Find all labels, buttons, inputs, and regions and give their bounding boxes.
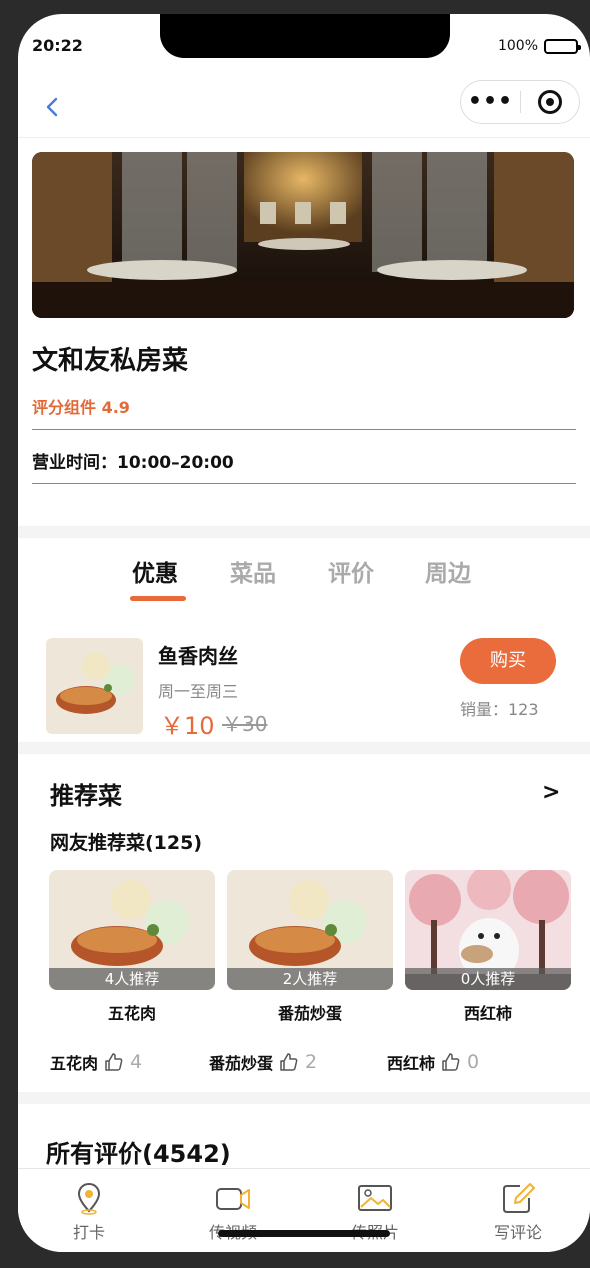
edit-icon <box>503 1183 535 1213</box>
restaurant-hero-image <box>32 152 574 318</box>
buy-button[interactable]: 购买 <box>460 638 556 684</box>
home-indicator <box>218 1230 390 1237</box>
recommend-title: 推荐菜 <box>50 782 122 810</box>
dish-like[interactable]: 五花肉 4 <box>50 1050 142 1074</box>
dish-likes-row: 五花肉 4 番茄炒蛋 2 西红柿 0 <box>18 1050 590 1080</box>
dish-like[interactable]: 西红柿 0 <box>387 1050 479 1074</box>
divider <box>32 483 576 484</box>
deal-title: 鱼香肉丝 <box>158 644 238 668</box>
status-time: 20:22 <box>32 36 83 55</box>
dish-like-count: 4 <box>130 1051 143 1073</box>
notch <box>160 14 450 58</box>
thumbs-up-icon <box>105 1053 123 1071</box>
tab-dishes[interactable]: 菜品 <box>230 554 276 588</box>
checkin-label: 打卡 <box>72 1223 105 1242</box>
thumbs-up-icon <box>280 1053 298 1071</box>
target-icon <box>537 90 562 114</box>
dish-like-name: 番茄炒蛋 <box>209 1054 274 1073</box>
section-gap <box>18 526 590 538</box>
rating-text: 评分组件 4.9 <box>32 398 130 417</box>
shop-name: 文和友私房菜 <box>32 346 189 376</box>
tab-bar: 优惠 菜品 评价 周边 <box>18 554 590 604</box>
recommend-more-link[interactable]: > <box>542 780 560 805</box>
thumbs-up-icon <box>442 1053 460 1071</box>
business-hours: 营业时间：10:00–20:00 <box>32 453 234 473</box>
section-gap <box>18 1092 590 1104</box>
tab-nearby[interactable]: 周边 <box>425 554 471 588</box>
sales-count: 销量：123 <box>460 700 539 719</box>
video-camera-icon <box>216 1188 250 1210</box>
bottom-action-bar: 打卡 传视频 传照片 写评论 <box>18 1168 590 1252</box>
recommend-dish-name: 五花肉 <box>107 1004 156 1023</box>
dish-like-name: 五花肉 <box>50 1054 99 1073</box>
nav-bar: ••• <box>18 76 590 138</box>
deal-subtitle: 周一至周三 <box>158 682 239 701</box>
close-button[interactable] <box>521 90 579 114</box>
dish-like[interactable]: 番茄炒蛋 2 <box>209 1050 317 1074</box>
recommend-count-badge: 4人推荐 <box>49 968 215 990</box>
recommend-dish-name: 番茄炒蛋 <box>277 1004 342 1023</box>
deal-price: ￥10 <box>160 712 215 740</box>
dish-like-count: 2 <box>305 1051 318 1073</box>
mini-program-capsule: ••• <box>460 80 580 124</box>
dish-like-count: 0 <box>467 1051 480 1073</box>
tab-offers[interactable]: 优惠 <box>132 554 178 588</box>
image-icon <box>358 1185 392 1211</box>
more-button[interactable]: ••• <box>461 80 520 124</box>
recommend-card[interactable]: 2人推荐 番茄炒蛋 <box>227 870 393 1023</box>
all-reviews-title: 所有评价(4542) <box>46 1140 231 1168</box>
write-review-button[interactable]: 写评论 <box>473 1181 563 1243</box>
divider <box>32 429 576 430</box>
active-tab-indicator <box>130 596 186 601</box>
tab-reviews[interactable]: 评价 <box>328 554 374 588</box>
deal-item[interactable]: 鱼香肉丝 周一至周三 ￥10 ￥30 购买 销量：123 <box>18 634 590 744</box>
recommend-card[interactable]: 4人推荐 五花肉 <box>49 870 215 1023</box>
recommend-count-badge: 0人推荐 <box>405 968 571 990</box>
status-right: 100% <box>497 38 581 54</box>
dish-image <box>46 638 143 734</box>
checkin-button[interactable]: 打卡 <box>44 1181 134 1243</box>
battery-icon <box>544 38 581 54</box>
recommend-count-badge: 2人推荐 <box>227 968 393 990</box>
recommend-dish-name: 西红柿 <box>463 1004 512 1023</box>
write-review-label: 写评论 <box>493 1223 542 1242</box>
recommend-subtitle: 网友推荐菜(125) <box>50 832 203 854</box>
section-gap <box>18 742 590 754</box>
location-pin-icon <box>77 1182 101 1215</box>
dish-like-name: 西红柿 <box>387 1054 436 1073</box>
recommend-card[interactable]: 0人推荐 西红柿 <box>405 870 571 1023</box>
chevron-left-icon[interactable] <box>40 94 66 120</box>
battery-percent: 100% <box>497 38 538 54</box>
phone-screen: 20:22 100% ••• 文和友私房菜 评分组件 4.9 营业时间：10:0… <box>18 14 590 1252</box>
deal-original-price: ￥30 <box>222 712 268 736</box>
